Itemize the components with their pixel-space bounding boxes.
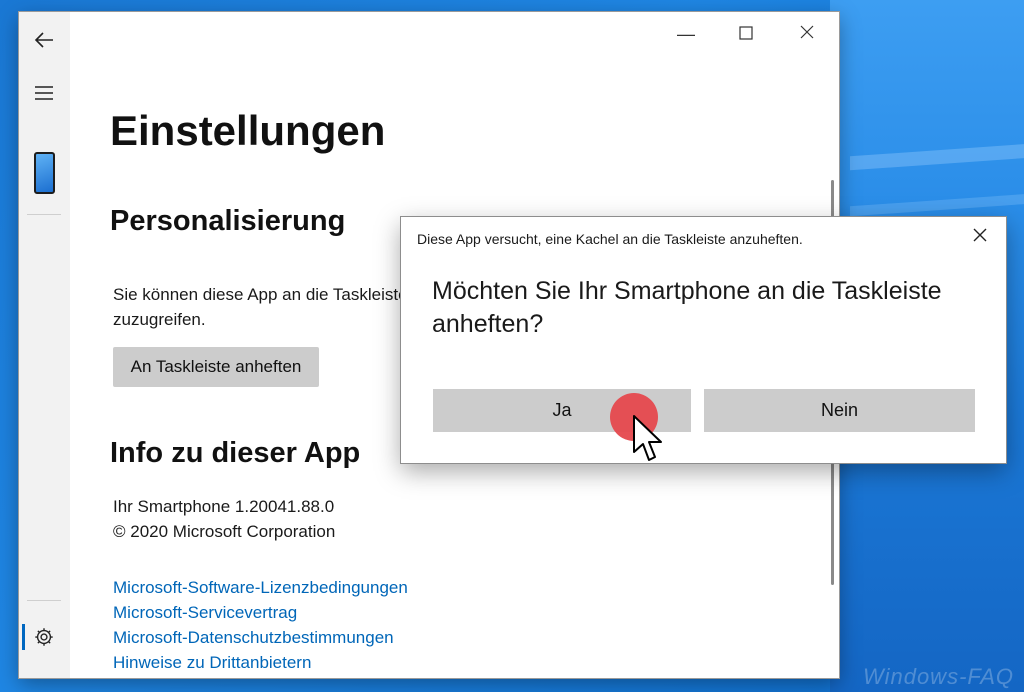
- link-privacy-statement[interactable]: Microsoft-Datenschutzbestimmungen: [113, 628, 394, 648]
- gear-icon[interactable]: [32, 626, 56, 650]
- dialog-close-icon[interactable]: [972, 225, 988, 249]
- pin-dialog: Diese App versucht, eine Kachel an die T…: [401, 217, 1006, 463]
- light-beam: [850, 193, 1024, 217]
- page-title: Einstellungen: [110, 107, 386, 154]
- copyright-text: © 2020 Microsoft Corporation: [113, 522, 336, 541]
- link-third-party-notices[interactable]: Hinweise zu Drittanbietern: [113, 653, 311, 673]
- section-heading-personalization: Personalisierung: [110, 205, 346, 237]
- personalization-text-line1: Sie können diese App an die Taskleiste: [113, 285, 408, 304]
- no-button[interactable]: Nein: [704, 389, 975, 432]
- divider: [27, 214, 61, 215]
- dialog-title: Diese App versucht, eine Kachel an die T…: [417, 231, 803, 247]
- personalization-text-line2: zuzugreifen.: [113, 310, 206, 329]
- light-beam: [850, 143, 1024, 171]
- link-license-terms[interactable]: Microsoft-Software-Lizenzbedingungen: [113, 578, 408, 598]
- app-version: Ihr Smartphone 1.20041.88.0: [113, 497, 335, 516]
- link-service-agreement[interactable]: Microsoft-Servicevertrag: [113, 603, 297, 623]
- maximize-icon[interactable]: [734, 24, 758, 44]
- section-heading-about: Info zu dieser App: [110, 437, 361, 469]
- minimize-icon[interactable]: —: [674, 24, 698, 44]
- divider: [27, 600, 61, 601]
- hamburger-menu-icon[interactable]: [32, 81, 56, 105]
- watermark: Windows-FAQ: [863, 664, 1014, 689]
- mouse-cursor-icon: [632, 414, 664, 466]
- selection-indicator: [22, 624, 25, 650]
- pin-to-taskbar-button[interactable]: An Taskleiste anheften: [113, 347, 319, 387]
- close-icon[interactable]: [795, 24, 819, 44]
- dialog-question: Möchten Sie Ihr Smartphone an die Taskle…: [432, 277, 942, 338]
- back-arrow-icon[interactable]: [32, 28, 56, 52]
- phone-icon[interactable]: [34, 152, 55, 194]
- navigation-rail: [19, 12, 70, 678]
